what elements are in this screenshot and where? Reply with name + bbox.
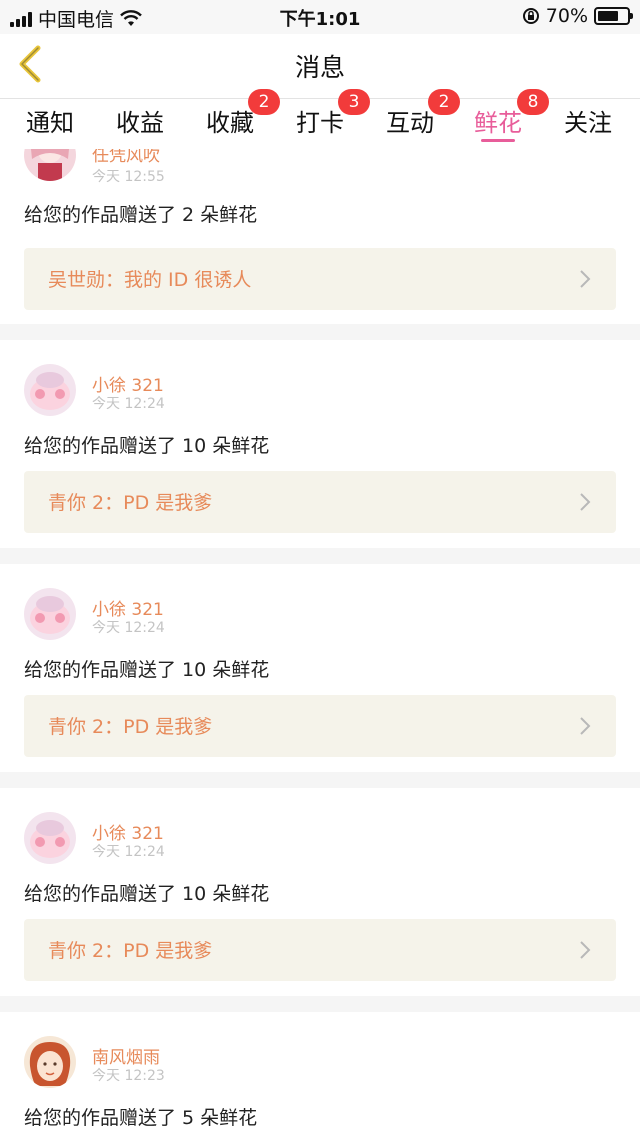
timestamp: 今天 12:55 (92, 169, 165, 185)
tab-label: 互动 (386, 109, 434, 137)
lock-rotation-icon (522, 8, 539, 24)
message-list[interactable]: 任凭风吹 今天 12:55 给您的作品赠送了 2 朵鲜花 吴世勋：我的 ID 很… (0, 149, 640, 1138)
status-bar: 中国电信 下午1:01 70% (0, 0, 640, 34)
tab-notice[interactable]: 通知 (26, 103, 74, 138)
chevron-right-icon (580, 717, 591, 735)
chevron-right-icon (580, 493, 591, 511)
tab-badge: 8 (517, 89, 549, 115)
quoted-work[interactable]: 青你 2：PD 是我爹 (24, 695, 616, 757)
list-item[interactable]: 小徐 321 今天 12:24 给您的作品赠送了 10 朵鲜花 青你 2：PD … (0, 340, 640, 548)
tab-label: 收益 (116, 109, 164, 137)
quoted-work[interactable]: 青你 2：PD 是我爹 (24, 919, 616, 981)
battery-icon (594, 7, 633, 25)
message-text: 给您的作品赠送了 2 朵鲜花 (24, 204, 258, 226)
timestamp: 今天 12:24 (92, 844, 165, 860)
list-item[interactable]: 任凭风吹 今天 12:55 给您的作品赠送了 2 朵鲜花 吴世勋：我的 ID 很… (0, 149, 640, 324)
tab-favorites[interactable]: 收藏 2 (206, 89, 280, 138)
avatar[interactable] (24, 1036, 76, 1088)
message-text: 给您的作品赠送了 10 朵鲜花 (24, 435, 270, 457)
quoted-work-title: 吴世勋：我的 ID 很诱人 (48, 269, 252, 291)
tab-active-indicator (481, 139, 515, 142)
quoted-work[interactable]: 青你 2：PD 是我爹 (24, 471, 616, 533)
tab-label: 关注 (564, 109, 612, 137)
tab-follow[interactable]: 关注 (564, 103, 612, 138)
tab-badge: 2 (248, 89, 280, 115)
timestamp: 今天 12:24 (92, 396, 165, 412)
tab-label: 鲜花 (474, 109, 522, 137)
chevron-right-icon (580, 270, 591, 288)
tab-label: 通知 (26, 109, 74, 137)
tab-interaction[interactable]: 互动 2 (386, 89, 460, 138)
status-right: 70% (522, 5, 633, 27)
quoted-work[interactable]: 吴世勋：我的 ID 很诱人 (24, 248, 616, 310)
quoted-work-title: 青你 2：PD 是我爹 (48, 716, 213, 738)
tab-earnings[interactable]: 收益 (116, 103, 164, 138)
list-item[interactable]: 小徐 321 今天 12:24 给您的作品赠送了 10 朵鲜花 青你 2：PD … (0, 564, 640, 772)
list-item[interactable]: 小徐 321 今天 12:24 给您的作品赠送了 10 朵鲜花 青你 2：PD … (0, 788, 640, 996)
tab-badge: 2 (428, 89, 460, 115)
avatar[interactable] (24, 588, 76, 640)
tab-checkin[interactable]: 打卡 3 (296, 89, 370, 138)
tab-label: 打卡 (296, 109, 344, 137)
list-item[interactable]: 南风烟雨 今天 12:23 给您的作品赠送了 5 朵鲜花 (0, 1012, 640, 1138)
message-text: 给您的作品赠送了 10 朵鲜花 (24, 659, 270, 681)
quoted-work-title: 青你 2：PD 是我爹 (48, 492, 213, 514)
battery-percent: 70% (545, 5, 588, 27)
timestamp: 今天 12:23 (92, 1068, 165, 1084)
tab-bar: 通知 收益 收藏 2 打卡 3 互动 2 鲜花 8 关注 (0, 89, 640, 149)
message-text: 给您的作品赠送了 10 朵鲜花 (24, 883, 270, 905)
tab-badge: 3 (338, 89, 370, 115)
page-title: 消息 (294, 53, 345, 82)
chevron-right-icon (580, 941, 591, 959)
avatar[interactable] (24, 812, 76, 864)
nav-bar: 消息 (0, 34, 640, 98)
tab-flowers[interactable]: 鲜花 8 (474, 89, 549, 138)
message-text: 给您的作品赠送了 5 朵鲜花 (24, 1107, 258, 1129)
avatar[interactable] (24, 149, 76, 181)
username[interactable]: 任凭风吹 (92, 149, 160, 166)
tab-label: 收藏 (206, 109, 254, 137)
timestamp: 今天 12:24 (92, 620, 165, 636)
avatar[interactable] (24, 364, 76, 416)
quoted-work-title: 青你 2：PD 是我爹 (48, 940, 213, 962)
